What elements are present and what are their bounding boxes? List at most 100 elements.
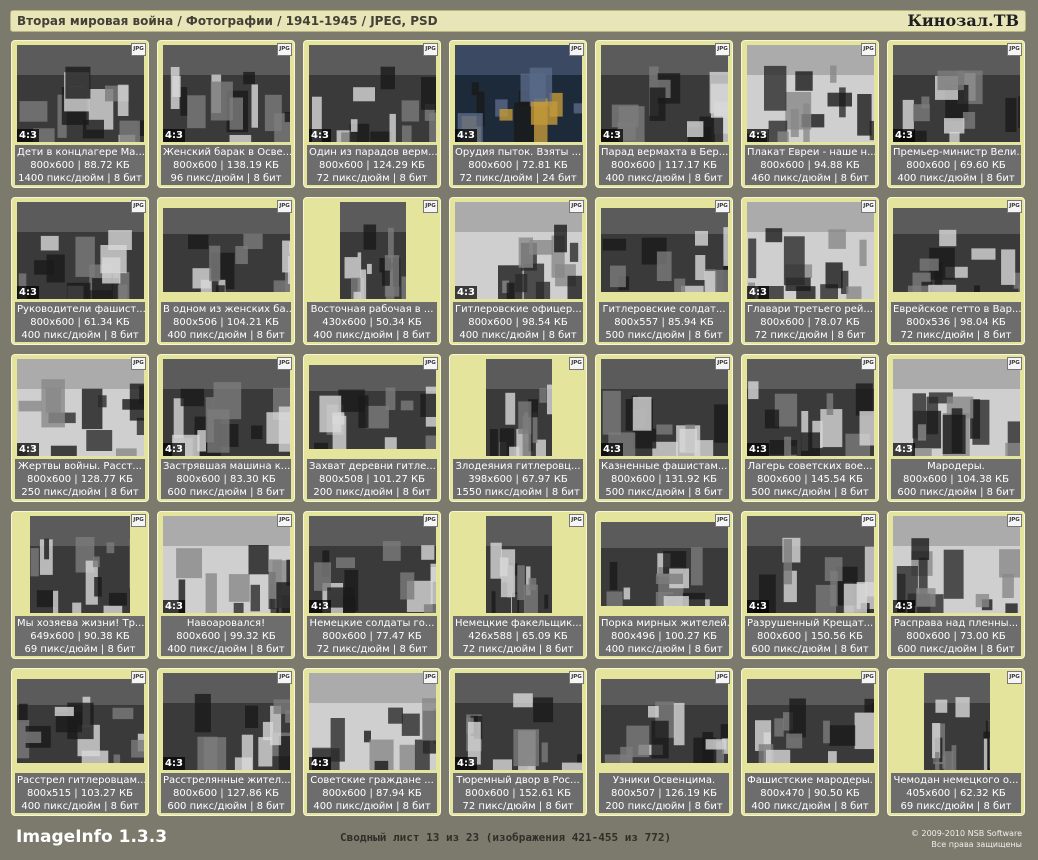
file-resolution: 400 пикс/дюйм | 8 бит [21,801,139,812]
thumbnail-image[interactable] [17,359,144,456]
thumbnail-image[interactable] [893,208,1020,292]
thumbnail-image[interactable] [309,365,436,449]
thumbnail-image[interactable] [455,45,582,142]
thumbnail-image[interactable] [455,673,582,770]
thumbnail-image[interactable] [17,679,144,763]
file-dimensions: 800x536 | 98.04 КБ [906,317,1006,328]
file-resolution: 69 пикс/дюйм | 8 бит [900,801,1012,812]
thumbnail-image[interactable] [163,516,290,613]
thumbnail-info: Узники Освенцима. 800x507 | 126.19 КБ 200 … [599,773,729,813]
thumbnail-image[interactable] [486,359,552,456]
thumbnail-tile[interactable]: JPG 4:3 Лагерь советских вое... 800x600 | 1… [741,354,879,502]
thumbnail-tile[interactable]: JPG 4:3 Расправа над пленны... 800x600 | 73… [887,511,1025,659]
thumbnail-tile[interactable]: JPG 4:3 Дети в концлагере Ма... 800x600 | 8… [11,40,149,188]
thumbnail-tile[interactable]: JPG 4:3 Орудия пыток. Взяты ... 800x600 | 7… [449,40,587,188]
thumbnail-tile[interactable]: JPG Фашистские мародеры. 800x470 | 90.50 К… [741,668,879,816]
thumbnail-image[interactable] [486,516,552,613]
thumbnail-tile[interactable]: JPG 4:3 Гитлеровские офицер... 800x600 | 98… [449,197,587,345]
thumbnail-tile[interactable]: JPG Восточная рабочая в ... 430x600 | 50.3… [303,197,441,345]
thumbnail-tile[interactable]: JPG 4:3 Мародеры. 800x600 | 104.38 КБ 600 пи… [887,354,1025,502]
thumbnail-tile[interactable]: JPG 4:3 Казненные фашистам... 800x600 | 131… [595,354,733,502]
thumbnail-tile[interactable]: JPG 4:3 Парад вермахта в Бер... 800x600 | 1… [595,40,733,188]
jpg-file-icon: JPG [569,514,584,527]
thumbnail-tile[interactable]: JPG Еврейское гетто в Вар... 800x536 | 98.… [887,197,1025,345]
thumbnail-tile[interactable]: JPG 4:3 Плакат Евреи - наше н... 800x600 | … [741,40,879,188]
jpg-file-icon: JPG [423,671,438,684]
thumbnail-tile[interactable]: JPG 4:3 Застрявшая машина к... 800x600 | 83… [157,354,295,502]
thumbnail-image[interactable] [747,202,874,299]
file-dimensions: 800x600 | 131.92 КБ [611,474,717,485]
thumbnail-tile[interactable]: JPG 4:3 Главари третьего рей... 800x600 | 7… [741,197,879,345]
thumbnail-image[interactable] [601,208,728,292]
thumbnail-image[interactable] [893,359,1020,456]
thumbnail-image[interactable] [309,45,436,142]
thumbnail-tile[interactable]: JPG Чемодан немецкого о... 405x600 | 62.32… [887,668,1025,816]
jpg-file-icon: JPG [131,671,146,684]
thumbnail-image[interactable] [601,679,728,763]
thumbnail-tile[interactable]: JPG Мы хозяева жизни! Тр... 649x600 | 90.3… [11,511,149,659]
thumbnail-image[interactable] [747,516,874,613]
thumbnail-tile[interactable]: JPG 4:3 Навоаровался! 800x600 | 99.32 КБ 400… [157,511,295,659]
file-resolution: 96 пикс/дюйм | 8 бит [170,173,282,184]
thumbnail-image[interactable] [893,45,1020,142]
thumbnail-image[interactable] [163,45,290,142]
file-dimensions: 800x600 | 104.38 КБ [903,474,1009,485]
file-name: Жертвы войны. Расст... [18,461,142,472]
aspect-ratio-badge: 4:3 [309,757,331,770]
thumbnail-image[interactable] [747,45,874,142]
jpg-file-icon: JPG [1007,671,1022,684]
jpg-file-icon: JPG [569,357,584,370]
thumbnail-image[interactable] [30,516,130,613]
aspect-ratio-badge: 4:3 [309,129,331,142]
thumbnail-image[interactable] [601,45,728,142]
file-name: Навоаровался! [186,618,266,629]
file-name: Еврейское гетто в Вар... [893,304,1021,315]
file-dimensions: 800x600 | 138.19 КБ [173,160,279,171]
thumbnail-tile[interactable]: JPG Немецкие факельщик... 426x588 | 65.09 … [449,511,587,659]
thumbnail-info: Навоаровался! 800x600 | 99.32 КБ 400 пикс/… [161,616,291,656]
thumbnail-tile[interactable]: JPG 4:3 Немецкие солдаты го... 800x600 | 77… [303,511,441,659]
thumbnail-image[interactable] [340,202,406,299]
thumbnail-tile[interactable]: JPG Гитлеровские солдат... 800x557 | 85.94… [595,197,733,345]
thumbnail-tile[interactable]: JPG 4:3 Женский барак в Осве... 800x600 | 1… [157,40,295,188]
header-bar: Вторая мировая война / Фотографии / 1941… [10,10,1026,32]
thumbnail-tile[interactable]: JPG 4:3 Тюремный двор в Рос... 800x600 | 15… [449,668,587,816]
thumbnail-image[interactable] [309,516,436,613]
thumbnail-image[interactable] [601,522,728,606]
thumbnail-tile[interactable]: JPG 4:3 Один из парадов верм... 800x600 | 1… [303,40,441,188]
thumbnail-image[interactable] [163,673,290,770]
thumbnail-tile[interactable]: JPG 4:3 Разрушенный Крещат... 800x600 | 150… [741,511,879,659]
thumbnail-image[interactable] [163,359,290,456]
jpg-file-icon: JPG [715,671,730,684]
thumbnail-image[interactable] [17,45,144,142]
jpg-file-icon: JPG [277,357,292,370]
thumbnail-image[interactable] [747,359,874,456]
thumbnail-tile[interactable]: JPG Порка мирных жителей. 800x496 | 100.27… [595,511,733,659]
file-name: Женский барак в Осве... [163,147,291,158]
thumbnail-image[interactable] [747,679,874,763]
thumbnail-image[interactable] [163,208,290,292]
thumbnail-tile[interactable]: JPG Захват деревни гитле... 800x508 | 101.… [303,354,441,502]
thumbnail-tile[interactable]: JPG 4:3 Жертвы войны. Расст... 800x600 | 12… [11,354,149,502]
thumbnail-tile[interactable]: JPG Злодеяния гитлеровц... 398x600 | 67.97… [449,354,587,502]
file-resolution: 69 пикс/дюйм | 8 бит [24,644,136,655]
thumbnail-tile[interactable]: JPG Узники Освенцима. 800x507 | 126.19 КБ 2… [595,668,733,816]
thumbnail-tile[interactable]: JPG 4:3 Советские граждане ... 800x600 | 87… [303,668,441,816]
thumbnail-info: Порка мирных жителей. 800x496 | 100.27 КБ… [599,616,729,656]
file-name: Советские граждане ... [310,775,434,786]
thumbnail-image[interactable] [893,516,1020,613]
thumbnail-image[interactable] [17,202,144,299]
file-name: Расправа над пленны... [893,618,1019,629]
thumbnail-tile[interactable]: JPG 4:3 Расстрелянные жител... 800x600 | 12… [157,668,295,816]
thumbnail-image[interactable] [309,673,436,770]
thumbnail-tile[interactable]: JPG В одном из женских ба... 800x506 | 104… [157,197,295,345]
thumbnail-image[interactable] [924,673,990,770]
thumbnail-image[interactable] [455,202,582,299]
thumbnail-tile[interactable]: JPG Расстрел гитлеровцам... 800x515 | 103.… [11,668,149,816]
thumbnail-info: Парад вермахта в Бер... 800x600 | 117.17 … [599,145,729,185]
thumbnail-tile[interactable]: JPG 4:3 Премьер-министр Вели... 800x600 | 6… [887,40,1025,188]
thumbnail-tile[interactable]: JPG 4:3 Руководители фашист... 800x600 | 61… [11,197,149,345]
file-dimensions: 800x600 | 69.60 КБ [906,160,1006,171]
file-resolution: 400 пикс/дюйм | 8 бит [605,173,723,184]
thumbnail-image[interactable] [601,359,728,456]
